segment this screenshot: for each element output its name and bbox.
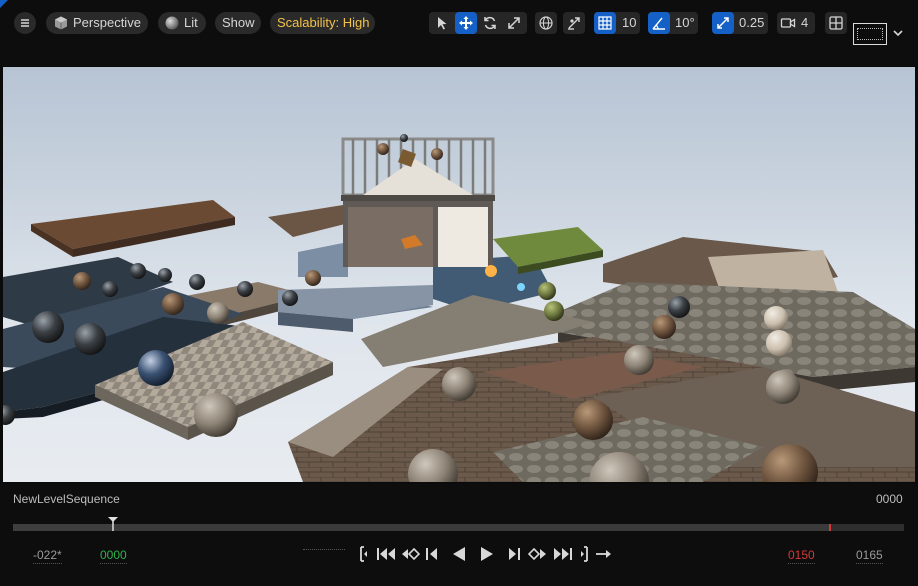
step-back-icon	[426, 548, 437, 560]
grid-snap-icon	[598, 16, 612, 30]
next-key-icon	[527, 547, 546, 561]
previous-key-button[interactable]	[400, 544, 421, 564]
view-mode-label: Perspective	[73, 15, 141, 30]
world-local-toggle[interactable]	[535, 12, 557, 34]
set-end-button[interactable]	[578, 544, 592, 564]
scale-snap-value[interactable]: 0.25	[739, 12, 764, 34]
timeline-played-range	[13, 524, 113, 531]
surface-snap-toggle[interactable]	[563, 12, 585, 34]
play-reverse-icon	[453, 547, 465, 561]
angle-snap-icon	[652, 17, 665, 30]
view-start-frame[interactable]: -022*	[33, 548, 62, 564]
previous-key-icon	[402, 547, 421, 561]
scale-tool-button[interactable]	[503, 12, 525, 34]
loop-icon	[596, 550, 611, 558]
scale-snap-icon	[717, 17, 729, 29]
jump-to-start-icon	[377, 548, 395, 560]
loop-button[interactable]	[594, 544, 614, 564]
viewport-toolbar: Perspective Lit Show Scalability: High 1…	[0, 0, 918, 66]
step-forward-button[interactable]	[506, 544, 522, 564]
level-viewport[interactable]	[3, 67, 915, 482]
view-end-frame[interactable]: 0165	[856, 548, 883, 564]
show-dropdown[interactable]: Show	[215, 12, 261, 34]
lighting-mode-label: Lit	[184, 15, 198, 30]
camera-speed-button[interactable]	[777, 12, 799, 34]
current-frame[interactable]: 0000	[876, 492, 903, 506]
playhead[interactable]	[107, 517, 118, 531]
cube-icon	[53, 15, 69, 31]
scalability-dropdown[interactable]: Scalability: High	[270, 12, 375, 34]
select-tool-button[interactable]	[431, 12, 453, 34]
scalability-label: Scalability: High	[277, 15, 370, 30]
move-tool-button[interactable]	[455, 12, 477, 34]
surface-snap-icon	[568, 17, 580, 30]
frame-input-field[interactable]	[303, 548, 345, 550]
play-start-frame[interactable]: 0000	[100, 548, 127, 564]
move-icon	[459, 16, 473, 30]
step-forward-icon	[509, 548, 520, 560]
play-button[interactable]	[478, 544, 496, 564]
viewport-options-button[interactable]	[14, 12, 36, 34]
sequence-name[interactable]: NewLevelSequence	[13, 492, 120, 506]
step-back-button[interactable]	[424, 544, 440, 564]
dotted-frame-icon	[857, 28, 883, 40]
view-mode-dropdown[interactable]: Perspective	[46, 12, 148, 34]
viewport-size-button[interactable]	[853, 23, 887, 45]
show-label: Show	[222, 15, 255, 30]
chevron-down-icon[interactable]	[891, 26, 905, 40]
viewport-layout-button[interactable]	[825, 12, 847, 34]
set-end-icon	[581, 546, 588, 562]
lighting-mode-dropdown[interactable]: Lit	[158, 12, 206, 34]
rotation-snap-value[interactable]: 10°	[675, 12, 695, 34]
globe-icon	[539, 16, 553, 30]
set-start-button[interactable]	[356, 544, 370, 564]
viewport-corner-marker	[0, 0, 8, 8]
next-key-button[interactable]	[527, 544, 548, 564]
hamburger-menu-icon	[17, 15, 33, 31]
rotation-snap-toggle[interactable]	[648, 12, 670, 34]
play-icon	[481, 547, 493, 561]
rotate-icon	[484, 16, 496, 30]
timeline-range-tail	[831, 524, 904, 531]
jump-to-end-icon	[554, 548, 572, 560]
camera-speed-value[interactable]: 4	[801, 12, 808, 34]
play-end-frame[interactable]: 0150	[788, 548, 815, 564]
scale-icon	[508, 17, 520, 29]
jump-to-start-button[interactable]	[375, 544, 397, 564]
sequencer-bar	[0, 484, 918, 586]
select-arrow-icon	[438, 17, 447, 30]
jump-to-end-button[interactable]	[552, 544, 574, 564]
grid-snap-value[interactable]: 10	[622, 12, 636, 34]
viewport-layout-icon	[829, 16, 843, 30]
rotate-tool-button[interactable]	[479, 12, 501, 34]
grid-snap-toggle[interactable]	[594, 12, 616, 34]
timeline-track[interactable]	[13, 524, 904, 531]
camera-icon	[780, 18, 796, 28]
play-reverse-button[interactable]	[450, 544, 468, 564]
scale-snap-toggle[interactable]	[712, 12, 734, 34]
scene-render	[3, 134, 915, 482]
sphere-icon	[164, 15, 180, 31]
set-start-icon	[360, 546, 367, 562]
